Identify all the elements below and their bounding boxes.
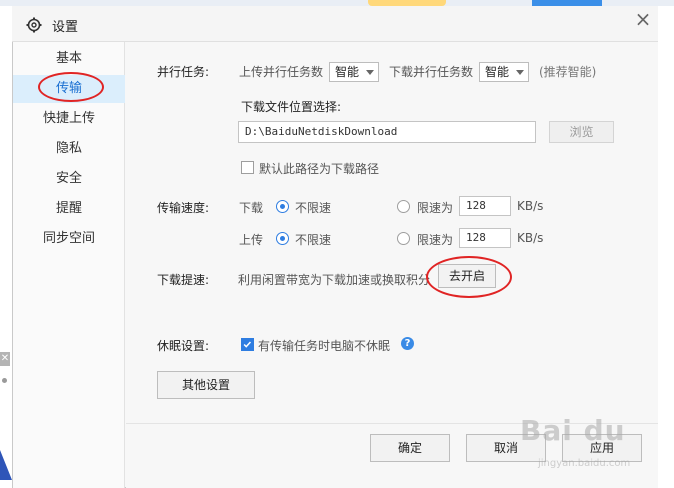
upload-unlimited-radio[interactable] xyxy=(276,232,289,245)
no-sleep-checkbox[interactable] xyxy=(241,338,254,351)
download-parallel-value: 智能 xyxy=(485,65,510,79)
chevron-down-icon xyxy=(516,70,524,75)
upload-speed-label: 上传 xyxy=(239,233,264,247)
no-sleep-label: 有传输任务时电脑不休眠 xyxy=(258,339,391,353)
parallel-section-label: 并行任务: xyxy=(157,65,210,79)
upload-unit-label: KB/s xyxy=(517,231,544,245)
download-unlimited-radio[interactable] xyxy=(276,200,289,213)
dot-icon xyxy=(2,378,7,383)
annotation-circle xyxy=(426,256,512,298)
watermark-url: jingyan.baidu.com xyxy=(538,458,631,469)
upload-limit-radio[interactable] xyxy=(397,232,410,245)
sidebar-item-reminder[interactable]: 提醒 xyxy=(13,195,125,223)
upload-unlimited-label: 不限速 xyxy=(295,233,332,247)
upload-parallel-label: 上传并行任务数 xyxy=(239,65,324,79)
download-location-label: 下载文件位置选择: xyxy=(241,100,342,114)
boost-section-label: 下载提速: xyxy=(157,273,210,287)
sidebar-item-privacy[interactable]: 隐私 xyxy=(13,135,125,163)
watermark-logo: Bai du xyxy=(520,414,626,447)
close-icon: ✕ xyxy=(0,352,10,366)
speed-section-label: 传输速度: xyxy=(157,201,210,215)
close-icon[interactable]: × xyxy=(632,9,654,31)
upload-parallel-select[interactable]: 智能 xyxy=(329,62,379,82)
background-window xyxy=(0,6,12,488)
chevron-down-icon xyxy=(366,70,374,75)
download-path-input[interactable]: D:\BaiduNetdiskDownload xyxy=(238,121,536,143)
help-icon[interactable]: ? xyxy=(401,337,414,350)
download-parallel-label: 下载并行任务数 xyxy=(389,65,474,79)
sidebar-item-basic[interactable]: 基本 xyxy=(13,45,125,73)
upload-parallel-value: 智能 xyxy=(335,65,360,79)
check-icon xyxy=(243,341,252,348)
sleep-section-label: 休眠设置: xyxy=(157,339,210,353)
gear-icon xyxy=(26,17,42,33)
annotation-circle xyxy=(38,72,104,102)
download-parallel-select[interactable]: 智能 xyxy=(479,62,529,82)
download-limit-label: 限速为 xyxy=(417,201,454,215)
browse-button[interactable]: 浏览 xyxy=(549,121,614,143)
download-limit-radio[interactable] xyxy=(397,200,410,213)
boost-description: 利用闲置带宽为下载加速或换取积分 xyxy=(238,273,431,287)
other-settings-button[interactable]: 其他设置 xyxy=(157,371,255,399)
default-path-checkbox[interactable] xyxy=(241,161,254,174)
parallel-hint: (推荐智能) xyxy=(539,65,597,79)
download-speed-label: 下载 xyxy=(239,201,264,215)
background-decoration xyxy=(0,450,12,480)
download-unlimited-label: 不限速 xyxy=(295,201,332,215)
ok-button[interactable]: 确定 xyxy=(370,434,450,462)
sidebar-item-sync-space[interactable]: 同步空间 xyxy=(13,225,125,253)
sidebar-item-quick-upload[interactable]: 快捷上传 xyxy=(13,105,125,133)
upload-limit-label: 限速为 xyxy=(417,233,454,247)
sidebar-item-security[interactable]: 安全 xyxy=(13,165,125,193)
window-title: 设置 xyxy=(52,20,79,35)
upload-limit-input[interactable]: 128 xyxy=(459,228,511,248)
title-bar xyxy=(12,6,658,42)
download-unit-label: KB/s xyxy=(517,199,544,213)
download-limit-input[interactable]: 128 xyxy=(459,196,511,216)
default-path-label: 默认此路径为下载路径 xyxy=(259,162,380,176)
